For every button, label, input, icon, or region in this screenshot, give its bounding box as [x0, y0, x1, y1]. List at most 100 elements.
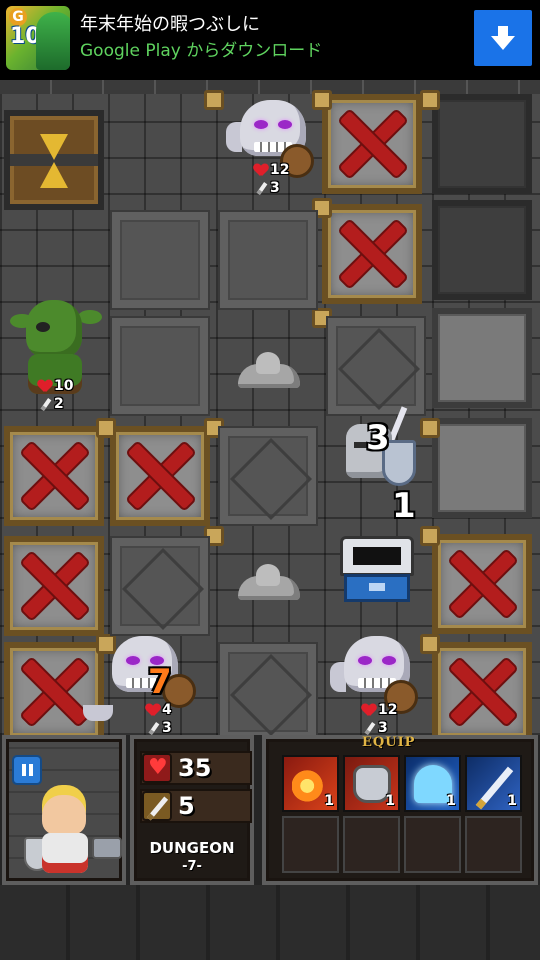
sword-icon — [364, 721, 376, 735]
knight-hero-token[interactable]: 3 1 — [336, 406, 426, 526]
blocked-tile[interactable] — [110, 426, 210, 526]
floor-tile — [218, 210, 318, 310]
eyepatch-icon — [36, 322, 50, 332]
monster-attack-value: 3 — [378, 720, 388, 735]
equip-slot-empty[interactable] — [343, 816, 400, 873]
sword-icon — [40, 397, 52, 411]
monster-hp: 12 — [254, 162, 289, 178]
skeleton-monster[interactable]: 12 3 — [330, 636, 430, 735]
blocked-tile[interactable] — [322, 204, 422, 304]
hourglass-icon — [40, 134, 68, 188]
equipment-panel: EQUIP 1 1 1 1 — [262, 735, 538, 885]
sword-icon — [148, 721, 160, 735]
blocked-x-icon — [20, 658, 88, 726]
monster-hp-value: 12 — [378, 702, 398, 718]
blocked-x-icon — [20, 552, 88, 620]
monster-hp-value: 12 — [270, 162, 290, 178]
ad-title[interactable]: 年末年始の暇つぶしに — [80, 10, 260, 36]
hero-body — [42, 833, 88, 873]
sword-icon — [142, 791, 172, 821]
goblin-monster[interactable]: 10 2 — [8, 300, 108, 416]
stone-tile — [432, 418, 532, 518]
equip-count: 1 — [446, 793, 456, 809]
blocked-tile[interactable] — [322, 94, 422, 194]
skeleton-monster[interactable]: 7 4 3 — [83, 636, 206, 735]
stone-tile — [432, 308, 532, 408]
monster-attack: 3 — [364, 720, 388, 735]
skull-eye — [254, 120, 268, 129]
sword-icon — [256, 181, 268, 195]
monster-attack: 3 — [148, 720, 172, 735]
equip-slot-sword[interactable]: 1 — [465, 755, 522, 812]
tile-corner — [204, 90, 224, 110]
equip-label: EQUIP — [362, 735, 416, 750]
heart-icon — [146, 704, 160, 717]
goblin-head — [26, 300, 82, 358]
equip-slot-iron-fist[interactable]: 1 — [343, 755, 400, 812]
hero-portrait — [36, 12, 70, 70]
game-app-icon[interactable]: G 10 — [6, 6, 70, 70]
treasure-chest[interactable] — [340, 536, 414, 606]
player-hud: 35 5 DUNGEON -7- EQUIP 1 1 1 1 — [0, 735, 540, 960]
equip-slot-fireball[interactable]: 1 — [282, 755, 339, 812]
dungeon-label: DUNGEON — [149, 839, 235, 857]
equip-slot-empty[interactable] — [404, 816, 461, 873]
download-button[interactable] — [474, 10, 532, 66]
equip-slot-ghost[interactable]: 1 — [404, 755, 461, 812]
heart-icon — [254, 164, 268, 177]
blocked-x-icon — [20, 442, 88, 510]
monster-hp: 12 — [362, 702, 397, 718]
skeleton-monster[interactable]: 12 3 — [226, 100, 316, 200]
stone-tile — [432, 200, 532, 300]
attack-stat: 5 — [140, 789, 252, 823]
rubble-pile — [234, 348, 304, 388]
equip-count: 1 — [324, 793, 334, 809]
equip-slot-empty[interactable] — [282, 816, 339, 873]
pause-button[interactable] — [12, 755, 42, 785]
hp-stat: 35 — [140, 751, 252, 785]
heart-icon — [362, 704, 376, 717]
attack-value: 5 — [178, 792, 195, 820]
tile-corner — [420, 90, 440, 110]
heart-icon — [142, 753, 172, 783]
tile-corner — [420, 526, 440, 546]
skull-eye — [358, 656, 372, 665]
monster-attack: 2 — [40, 396, 64, 412]
knight-top-number: 3 — [366, 418, 390, 458]
equip-count: 1 — [507, 793, 517, 809]
monster-marker-number: 7 — [148, 662, 172, 702]
monster-attack: 3 — [256, 180, 280, 196]
dungeon-exit-door[interactable] — [4, 110, 104, 210]
hammer-icon — [92, 837, 122, 859]
dungeon-board: 12 3 10 2 3 1 7 4 3 12 3 — [0, 80, 540, 735]
ad-subtitle[interactable]: Google Play からダウンロード — [80, 36, 322, 61]
monster-hp-value: 4 — [162, 702, 172, 718]
monster-hp-value: 10 — [54, 378, 74, 394]
ad-banner[interactable]: G 10 年末年始の暇つぶしに Google Play からダウンロード — [0, 0, 540, 80]
floor-tile — [218, 642, 318, 735]
hero-head — [42, 795, 86, 835]
blocked-tile[interactable] — [432, 642, 532, 735]
monster-attack-value: 3 — [270, 180, 280, 196]
blocked-tile[interactable] — [4, 536, 104, 636]
blocked-x-icon — [338, 220, 406, 288]
floor-tile — [218, 426, 318, 526]
equip-slot-empty[interactable] — [465, 816, 522, 873]
hp-value: 35 — [178, 754, 212, 782]
heart-icon — [38, 380, 52, 393]
blocked-tile[interactable] — [4, 426, 104, 526]
skull-eye — [126, 656, 140, 665]
skull-eye — [278, 120, 292, 129]
blocked-x-icon — [448, 658, 516, 726]
chest-lid — [340, 536, 414, 576]
monster-attack-value: 3 — [162, 720, 172, 735]
bottom-wall — [0, 885, 540, 960]
axe-icon — [83, 705, 113, 721]
rubble-pile — [234, 560, 304, 600]
floor-tile — [110, 210, 210, 310]
floor-tile — [326, 316, 426, 416]
monster-hp: 4 — [146, 702, 172, 718]
monster-attack-value: 2 — [54, 396, 64, 412]
blocked-x-icon — [126, 442, 194, 510]
blocked-tile[interactable] — [432, 534, 532, 634]
